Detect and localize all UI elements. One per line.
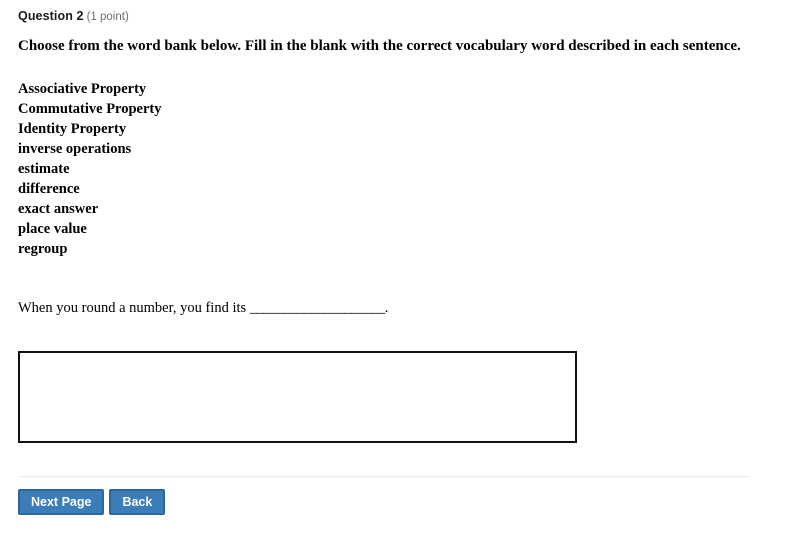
question-instruction-text: Choose from the word bank below. Fill in… bbox=[18, 38, 741, 54]
word-bank-item: inverse operations bbox=[18, 141, 132, 157]
sentence-text-after-blank: . bbox=[384, 300, 389, 316]
word-bank-item: place value bbox=[18, 221, 87, 237]
content-divider bbox=[18, 476, 750, 477]
back-button[interactable]: Back bbox=[109, 489, 166, 515]
quiz-page: Question 2 (1 point) Choose from the word… bbox=[0, 0, 800, 553]
word-bank-item: Commutative Property bbox=[18, 101, 162, 117]
word-bank-item: estimate bbox=[18, 161, 70, 177]
question-number-label: Question 2 bbox=[18, 9, 84, 23]
word-bank-item: regroup bbox=[18, 241, 68, 257]
word-bank-item: difference bbox=[18, 181, 80, 197]
navigation-button-row: Next Page Back bbox=[18, 489, 166, 515]
question-points-label: (1 point) bbox=[86, 11, 129, 23]
word-bank-item: Identity Property bbox=[18, 121, 127, 137]
answer-textarea[interactable] bbox=[18, 351, 577, 443]
word-bank-item: exact answer bbox=[18, 201, 99, 217]
question-header: Question 2 (1 point) bbox=[18, 8, 129, 25]
word-bank-list: Associative Property Commutative Propert… bbox=[18, 79, 162, 259]
sentence-blank: ____________________ bbox=[249, 300, 386, 316]
sentence-text-before-blank: When you round a number, you find its bbox=[18, 300, 250, 316]
fill-in-the-blank-sentence: When you round a number, you find its __… bbox=[18, 299, 388, 317]
word-bank-item: Associative Property bbox=[18, 81, 147, 97]
next-page-button[interactable]: Next Page bbox=[18, 489, 105, 515]
